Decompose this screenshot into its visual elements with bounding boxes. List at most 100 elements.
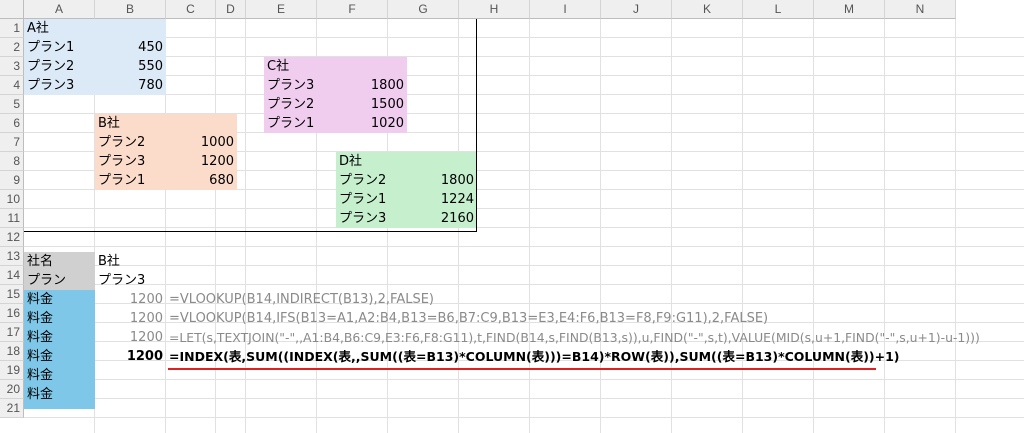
price-label[interactable]: 料金 xyxy=(27,328,53,348)
company-b-value-3[interactable]: 680 xyxy=(166,171,234,191)
column-header-f[interactable]: F xyxy=(317,0,388,19)
row-header-9[interactable]: 9 xyxy=(0,171,24,190)
row-header-21[interactable]: 21 xyxy=(0,399,24,418)
company-d-plan-3[interactable]: プラン3 xyxy=(339,209,386,229)
row-header-20[interactable]: 20 xyxy=(0,380,24,399)
grid-column-line xyxy=(671,19,672,433)
company-b-plan-3[interactable]: プラン1 xyxy=(98,171,145,191)
grid-row-line xyxy=(24,246,1024,247)
grid-column-line xyxy=(955,19,956,433)
grid-column-line xyxy=(600,19,601,433)
grid-row-line xyxy=(24,417,1024,418)
company-c-plan-2[interactable]: プラン2 xyxy=(267,95,314,115)
row-header-18[interactable]: 18 xyxy=(0,342,24,361)
grid-row-line xyxy=(24,37,1024,38)
row-header-19[interactable]: 19 xyxy=(0,361,24,380)
result-value-4[interactable]: 1200 xyxy=(95,347,163,367)
column-header-d[interactable]: D xyxy=(216,0,246,19)
price-label[interactable]: 料金 xyxy=(27,309,53,329)
row-header-11[interactable]: 11 xyxy=(0,209,24,228)
grid-row-line xyxy=(24,265,1024,266)
grid-row-line xyxy=(24,227,1024,228)
price-label[interactable]: 料金 xyxy=(27,347,53,367)
grid-row-line xyxy=(24,94,1024,95)
company-b-value-1[interactable]: 1000 xyxy=(166,133,234,153)
column-header-j[interactable]: J xyxy=(601,0,672,19)
company-c-title[interactable]: C社 xyxy=(267,57,289,77)
column-header-m[interactable]: M xyxy=(814,0,885,19)
column-header-h[interactable]: H xyxy=(459,0,530,19)
company-d-plan-1[interactable]: プラン2 xyxy=(339,171,386,191)
price-label[interactable]: 料金 xyxy=(27,290,53,310)
company-a-plan-3[interactable]: プラン3 xyxy=(27,76,74,96)
row-header-10[interactable]: 10 xyxy=(0,190,24,209)
company-b-title[interactable]: B社 xyxy=(98,114,120,134)
result-formula-2: =VLOOKUP(B14,IFS(B13=A1,A2:B4,B13=B6,B7:… xyxy=(169,311,769,326)
column-header-b[interactable]: B xyxy=(95,0,166,19)
column-header-n[interactable]: N xyxy=(885,0,956,19)
company-a-value-3[interactable]: 780 xyxy=(95,76,163,96)
row-header-8[interactable]: 8 xyxy=(0,152,24,171)
grid-column-line xyxy=(742,19,743,433)
grid-row-line xyxy=(24,284,1024,285)
row-header-12[interactable]: 12 xyxy=(0,228,24,247)
grid-row-line xyxy=(24,208,1024,209)
company-d-title[interactable]: D社 xyxy=(339,152,362,172)
price-label[interactable]: 料金 xyxy=(27,385,53,405)
column-header-c[interactable]: C xyxy=(166,0,216,19)
column-header-k[interactable]: K xyxy=(672,0,743,19)
grid-column-line xyxy=(245,19,246,433)
row-header-16[interactable]: 16 xyxy=(0,304,24,323)
company-b-plan-1[interactable]: プラン2 xyxy=(98,133,145,153)
row-header-15[interactable]: 15 xyxy=(0,285,24,304)
company-c-plan-3[interactable]: プラン1 xyxy=(267,114,314,134)
row-header-4[interactable]: 4 xyxy=(0,76,24,95)
row-header-7[interactable]: 7 xyxy=(0,133,24,152)
company-c-value-3[interactable]: 1020 xyxy=(336,114,404,134)
plan-input[interactable]: プラン3 xyxy=(98,271,145,291)
company-a-title[interactable]: A社 xyxy=(27,19,49,39)
company-d-value-3[interactable]: 2160 xyxy=(406,209,474,229)
result-formula-1: =VLOOKUP(B14,INDIRECT(B13),2,FALSE) xyxy=(169,292,434,307)
column-header-i[interactable]: I xyxy=(530,0,601,19)
plan-label[interactable]: プラン xyxy=(27,271,66,291)
column-header-e[interactable]: E xyxy=(246,0,317,19)
row-header-6[interactable]: 6 xyxy=(0,114,24,133)
row-header-1[interactable]: 1 xyxy=(0,19,24,38)
company-name-label[interactable]: 社名 xyxy=(27,252,53,272)
select-all-corner[interactable] xyxy=(0,0,24,19)
company-c-plan-1[interactable]: プラン3 xyxy=(267,76,314,96)
result-formula-4: =INDEX(表,SUM((INDEX(表,,SUM((表=B13)*COLUM… xyxy=(169,349,900,364)
grid-row-line xyxy=(24,56,1024,57)
grid-column-line xyxy=(215,19,216,433)
company-b-plan-2[interactable]: プラン3 xyxy=(98,152,145,172)
company-c-value-2[interactable]: 1500 xyxy=(336,95,404,115)
row-header-5[interactable]: 5 xyxy=(0,95,24,114)
column-header-a[interactable]: A xyxy=(24,0,95,19)
row-header-17[interactable]: 17 xyxy=(0,323,24,342)
row-header-3[interactable]: 3 xyxy=(0,57,24,76)
company-a-plan-2[interactable]: プラン2 xyxy=(27,57,74,77)
row-header-13[interactable]: 13 xyxy=(0,247,24,266)
company-b-value-2[interactable]: 1200 xyxy=(166,152,234,172)
result-formula-3: =LET(s,TEXTJOIN("-",,A1:B4,B6:C9,E3:F6,F… xyxy=(169,330,980,345)
company-a-value-2[interactable]: 550 xyxy=(95,57,163,77)
company-name-input[interactable]: B社 xyxy=(98,252,120,272)
row-header-2[interactable]: 2 xyxy=(0,38,24,57)
row-header-14[interactable]: 14 xyxy=(0,266,24,285)
result-value-3[interactable]: 1200 xyxy=(95,328,163,348)
company-d-value-1[interactable]: 1800 xyxy=(406,171,474,191)
result-value-2[interactable]: 1200 xyxy=(95,309,163,329)
company-a-value-1[interactable]: 450 xyxy=(95,38,163,58)
grid-column-line xyxy=(884,19,885,433)
result-value-1[interactable]: 1200 xyxy=(95,290,163,310)
company-d-value-2[interactable]: 1224 xyxy=(406,190,474,210)
company-c-value-1[interactable]: 1800 xyxy=(336,76,404,96)
column-header-l[interactable]: L xyxy=(743,0,814,19)
grid-column-line xyxy=(529,19,530,433)
column-header-g[interactable]: G xyxy=(388,0,459,19)
company-d-plan-2[interactable]: プラン1 xyxy=(339,190,386,210)
company-a-plan-1[interactable]: プラン1 xyxy=(27,38,74,58)
price-label[interactable]: 料金 xyxy=(27,366,53,386)
formula-underline xyxy=(168,368,876,370)
